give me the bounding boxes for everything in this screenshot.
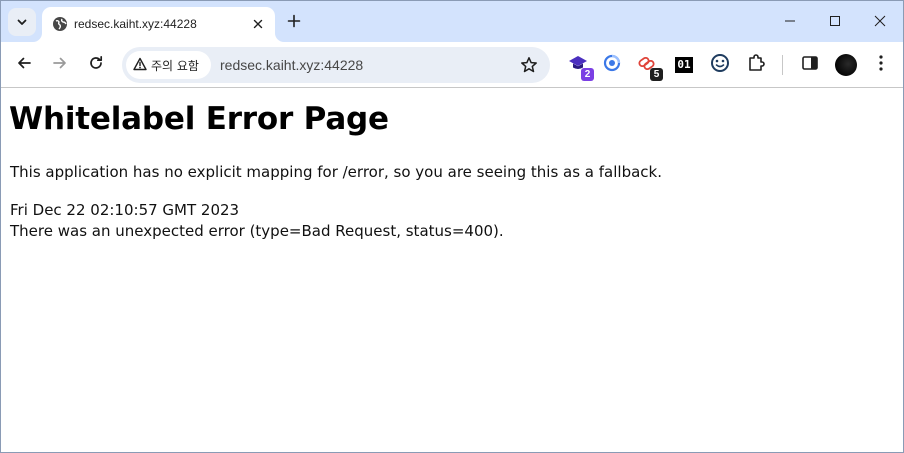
arrow-right-icon bbox=[52, 55, 68, 75]
close-window-button[interactable] bbox=[857, 1, 903, 41]
browser-menu-button[interactable] bbox=[868, 52, 894, 78]
back-button[interactable] bbox=[10, 51, 38, 79]
globe-icon bbox=[52, 16, 68, 32]
bookmark-star-icon[interactable] bbox=[518, 54, 540, 76]
extension-smiley[interactable] bbox=[707, 52, 733, 78]
close-icon bbox=[874, 12, 886, 31]
extension-badge: 2 bbox=[581, 68, 594, 81]
arrow-left-icon bbox=[16, 55, 32, 75]
binary-01-icon: 01 bbox=[675, 57, 693, 73]
page-content: Whitelabel Error Page This application h… bbox=[1, 89, 903, 452]
tab-active[interactable]: redsec.kaiht.xyz:44228 bbox=[42, 7, 275, 42]
extension-badge: 5 bbox=[650, 68, 663, 81]
tab-strip: redsec.kaiht.xyz:44228 bbox=[1, 1, 903, 42]
extension-binary[interactable]: 01 bbox=[671, 52, 697, 78]
avatar bbox=[835, 54, 857, 76]
minimize-icon bbox=[784, 12, 796, 31]
security-chip[interactable]: 주의 요함 bbox=[126, 51, 211, 79]
plus-icon bbox=[287, 13, 301, 32]
error-details: Fri Dec 22 02:10:57 GMT 2023 There was a… bbox=[10, 200, 504, 242]
page-title: Whitelabel Error Page bbox=[9, 101, 389, 137]
extension-target[interactable] bbox=[599, 52, 625, 78]
chevron-down-icon bbox=[16, 13, 28, 32]
extension-link[interactable]: 5 bbox=[634, 52, 663, 81]
puzzle-icon bbox=[746, 53, 766, 77]
minimize-button[interactable] bbox=[767, 1, 813, 41]
tab-title: redsec.kaiht.xyz:44228 bbox=[74, 17, 197, 31]
side-panel-icon bbox=[801, 54, 819, 76]
toolbar: 주의 요함 redsec.kaiht.xyz:44228 2 5 01 bbox=[1, 42, 903, 88]
reload-button[interactable] bbox=[82, 51, 110, 79]
smiley-icon bbox=[710, 53, 730, 77]
more-vertical-icon bbox=[878, 54, 884, 76]
new-tab-button[interactable] bbox=[282, 10, 306, 34]
url-text[interactable]: redsec.kaiht.xyz:44228 bbox=[220, 57, 363, 73]
target-icon bbox=[603, 54, 621, 76]
address-bar[interactable]: 주의 요함 redsec.kaiht.xyz:44228 bbox=[122, 47, 550, 83]
extension-graduation-cap[interactable]: 2 bbox=[565, 52, 594, 81]
side-panel-button[interactable] bbox=[797, 52, 823, 78]
maximize-button[interactable] bbox=[812, 1, 858, 41]
reload-icon bbox=[88, 55, 104, 75]
maximize-icon bbox=[829, 12, 841, 31]
toolbar-divider bbox=[782, 55, 783, 75]
forward-button[interactable] bbox=[46, 51, 74, 79]
warning-icon bbox=[133, 56, 147, 75]
error-timestamp: Fri Dec 22 02:10:57 GMT 2023 bbox=[10, 201, 240, 219]
profile-button[interactable] bbox=[833, 52, 859, 78]
browser-window: redsec.kaiht.xyz:44228 주의 요함 redsec.kaih… bbox=[0, 0, 904, 453]
close-tab-icon[interactable] bbox=[249, 15, 267, 33]
error-message: This application has no explicit mapping… bbox=[10, 163, 662, 181]
error-status: There was an unexpected error (type=Bad … bbox=[10, 222, 504, 240]
extensions-menu-button[interactable] bbox=[743, 52, 769, 78]
security-chip-label: 주의 요함 bbox=[151, 58, 199, 73]
